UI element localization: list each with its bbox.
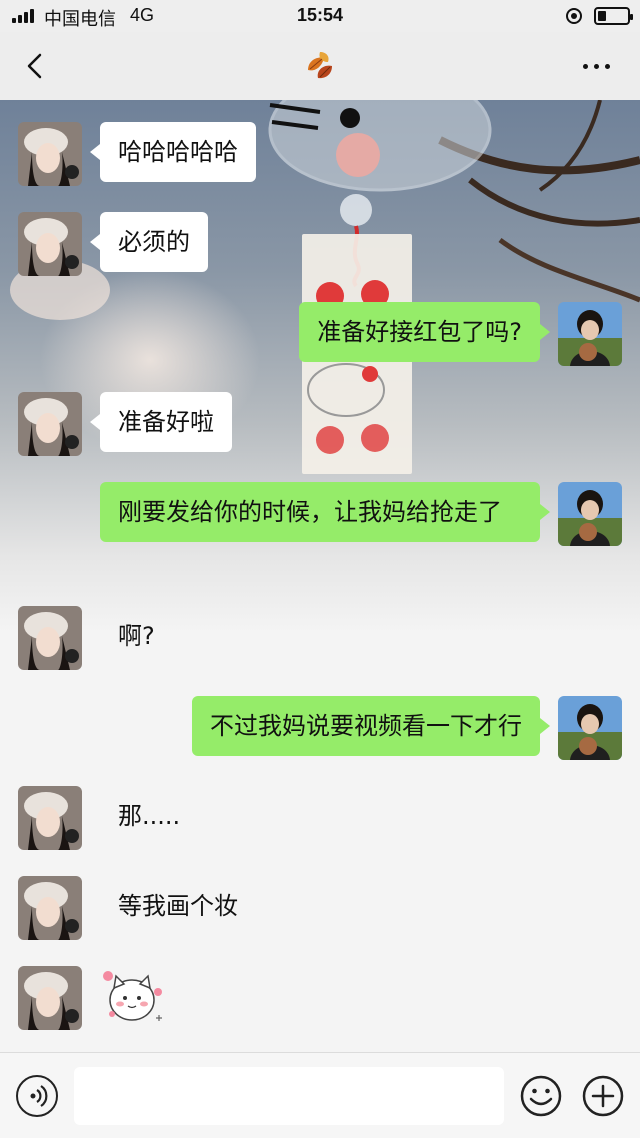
message-text[interactable]: 那..... [100,786,198,846]
contact-avatar[interactable] [18,122,82,186]
battery-icon [594,7,633,25]
status-bar: 中国电信 4G 15:54 [0,0,640,32]
rotation-lock-icon [566,8,582,24]
message-bubble[interactable]: 准备好啦 [90,392,232,452]
autumn-leaf-icon [308,52,332,79]
emoji-icon[interactable] [520,1075,562,1117]
chat-background-image [10,100,640,474]
contact-avatar[interactable] [18,606,82,670]
contact-avatar[interactable] [18,876,82,940]
chat-area[interactable]: 哈哈哈哈哈 必须的 准备好接红包了吗? 准备好啦 刚要发给你的时候，让我妈给抢走… [0,100,640,1052]
contact-avatar[interactable] [18,392,82,456]
user-avatar[interactable] [558,302,622,366]
user-avatar[interactable] [558,482,622,546]
message-input[interactable] [74,1067,504,1125]
more-dots-icon[interactable] [580,54,614,78]
battery-level [598,11,606,21]
clock: 15:54 [296,5,344,25]
message-text[interactable]: 啊? [100,606,173,666]
user-avatar[interactable] [558,696,622,760]
input-bar [0,1052,640,1138]
message-text[interactable]: 等我画个妆 [100,876,256,936]
nav-bar [0,32,640,100]
message-bubble[interactable]: 必须的 [90,212,208,272]
plus-icon[interactable] [582,1075,624,1117]
voice-icon[interactable] [16,1075,58,1117]
message-bubble[interactable]: 准备好接红包了吗? [299,302,550,362]
chevron-left-icon[interactable] [22,52,50,80]
contact-avatar[interactable] [18,212,82,276]
cat-sticker-icon[interactable] [100,962,170,1032]
contact-avatar[interactable] [18,786,82,850]
message-bubble[interactable]: 刚要发给你的时候，让我妈给抢走了 [100,482,550,542]
message-bubble[interactable]: 不过我妈说要视频看一下才行 [192,696,550,756]
contact-avatar[interactable] [18,966,82,1030]
message-bubble[interactable]: 哈哈哈哈哈 [90,122,256,182]
